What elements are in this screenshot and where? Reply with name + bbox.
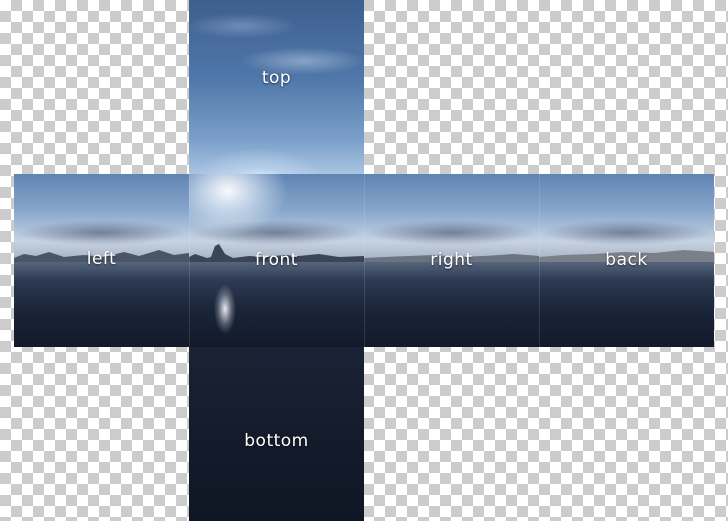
face-label-right: right xyxy=(430,250,473,270)
face-seam xyxy=(364,174,365,347)
face-seam xyxy=(539,174,540,347)
sun-reflection xyxy=(214,284,236,334)
face-label-left: left xyxy=(86,249,117,269)
face-label-front: front xyxy=(255,250,298,270)
face-seam xyxy=(189,174,190,347)
cubemap-face-top: top xyxy=(189,0,364,174)
cubemap-face-right: right xyxy=(364,174,539,347)
cubemap-face-back: back xyxy=(539,174,714,347)
cubemap-face-left: left xyxy=(14,174,189,347)
cubemap-face-front: front xyxy=(189,174,364,347)
face-label-back: back xyxy=(605,250,648,270)
cubemap-face-bottom: bottom xyxy=(189,347,364,521)
face-label-bottom: bottom xyxy=(244,431,309,451)
face-label-top: top xyxy=(261,68,292,88)
